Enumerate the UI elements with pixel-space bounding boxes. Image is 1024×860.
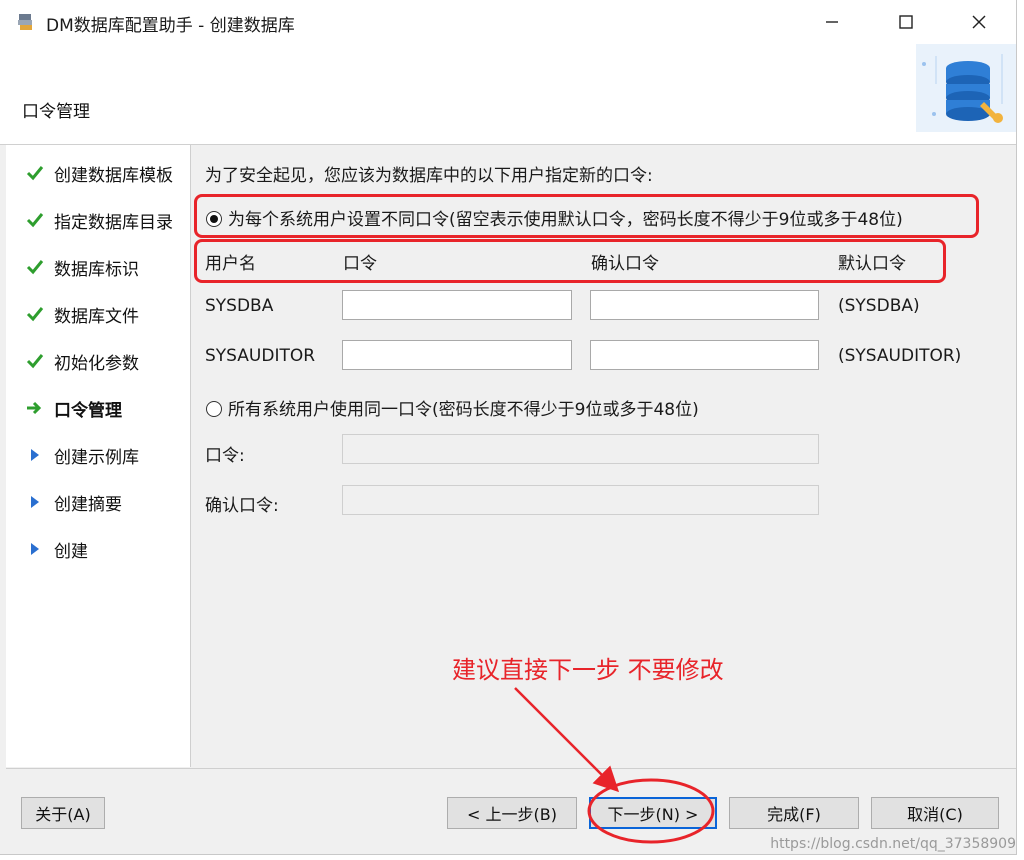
- sysauditor-password-input[interactable]: [342, 340, 572, 370]
- annotation-text: 建议直接下一步 不要修改: [452, 656, 724, 684]
- column-username: 用户名: [205, 254, 256, 274]
- step-create-sample: 创建示例库: [26, 441, 139, 469]
- step-password-management: 口令管理: [26, 394, 122, 422]
- title-bar: DM数据库配置助手 - 创建数据库: [0, 0, 1016, 44]
- sysdba-confirm-input[interactable]: [590, 290, 819, 320]
- minimize-button[interactable]: [808, 6, 856, 38]
- step-create: 创建: [26, 535, 88, 563]
- step-label: 创建摘要: [54, 494, 122, 515]
- step-label: 创建示例库: [54, 447, 139, 468]
- individual-password-option[interactable]: 为每个系统用户设置不同口令(留空表示使用默认口令，密码长度不得少于9位或多于48…: [206, 205, 903, 230]
- window-title: DM数据库配置助手 - 创建数据库: [46, 16, 295, 36]
- shared-password-option[interactable]: 所有系统用户使用同一口令(密码长度不得少于9位或多于48位): [206, 395, 699, 420]
- check-icon: [26, 353, 48, 369]
- highlight-box-columns: [194, 239, 946, 283]
- next-button[interactable]: 下一步(N) >: [589, 797, 717, 829]
- shared-option-label: 所有系统用户使用同一口令(密码长度不得少于9位或多于48位): [228, 400, 699, 420]
- check-icon: [26, 306, 48, 322]
- back-button[interactable]: < 上一步(B): [447, 797, 577, 829]
- triangle-right-icon: [26, 494, 48, 510]
- step-label: 口令管理: [54, 400, 122, 421]
- cancel-button[interactable]: 取消(C): [871, 797, 999, 829]
- maximize-icon: [899, 15, 913, 29]
- step-db-identity: 数据库标识: [26, 253, 139, 281]
- sysauditor-default-password: (SYSAUDITOR): [838, 346, 962, 366]
- step-create-summary: 创建摘要: [26, 488, 122, 516]
- about-button[interactable]: 关于(A): [21, 797, 105, 829]
- shared-password-input: [342, 434, 819, 464]
- step-create-template: 创建数据库模板: [26, 159, 173, 187]
- intro-text: 为了安全起见，您应该为数据库中的以下用户指定新的口令:: [205, 166, 653, 186]
- close-button[interactable]: [955, 6, 1003, 38]
- arrow-right-icon: [26, 400, 48, 416]
- column-confirm: 确认口令: [591, 254, 659, 274]
- step-label: 指定数据库目录: [54, 212, 173, 233]
- maximize-button[interactable]: [882, 6, 930, 38]
- database-config-icon: [916, 44, 1016, 132]
- step-label: 创建数据库模板: [54, 165, 173, 186]
- triangle-right-icon: [26, 447, 48, 463]
- triangle-right-icon: [26, 541, 48, 557]
- check-icon: [26, 212, 48, 228]
- user-name-sysauditor: SYSAUDITOR: [205, 346, 316, 366]
- step-init-params: 初始化参数: [26, 347, 139, 375]
- radio-shared[interactable]: [206, 401, 222, 417]
- check-icon: [26, 259, 48, 275]
- sysdba-password-input[interactable]: [342, 290, 572, 320]
- page-header: 口令管理: [0, 44, 1016, 145]
- dialog-window: DM数据库配置助手 - 创建数据库 口令管理 创建数据库模板 指定数据库目录 数…: [0, 0, 1017, 855]
- step-db-directory: 指定数据库目录: [26, 206, 173, 234]
- check-icon: [26, 165, 48, 181]
- page-title: 口令管理: [22, 102, 90, 122]
- individual-option-label: 为每个系统用户设置不同口令(留空表示使用默认口令，密码长度不得少于9位或多于48…: [228, 210, 903, 230]
- shared-confirm-input: [342, 485, 819, 515]
- sysauditor-confirm-input[interactable]: [590, 340, 819, 370]
- app-icon: [16, 12, 36, 32]
- finish-button[interactable]: 完成(F): [729, 797, 859, 829]
- step-label: 创建: [54, 541, 88, 562]
- close-icon: [972, 15, 986, 29]
- shared-password-label: 口令:: [205, 446, 245, 466]
- column-password: 口令: [343, 254, 377, 274]
- footer-divider: [6, 768, 1016, 769]
- wizard-steps: 创建数据库模板 指定数据库目录 数据库标识 数据库文件 初始化参数 口令管理 创…: [6, 145, 191, 767]
- sysdba-default-password: (SYSDBA): [838, 296, 920, 316]
- shared-confirm-label: 确认口令:: [205, 496, 279, 516]
- step-label: 数据库标识: [54, 259, 139, 280]
- step-label: 数据库文件: [54, 306, 139, 327]
- column-default: 默认口令: [838, 254, 906, 274]
- minimize-icon: [826, 21, 838, 23]
- step-db-files: 数据库文件: [26, 300, 139, 328]
- watermark-text: https://blog.csdn.net/qq_37358909: [770, 836, 1016, 852]
- user-name-sysdba: SYSDBA: [205, 296, 274, 316]
- radio-individual[interactable]: [206, 211, 222, 227]
- step-label: 初始化参数: [54, 353, 139, 374]
